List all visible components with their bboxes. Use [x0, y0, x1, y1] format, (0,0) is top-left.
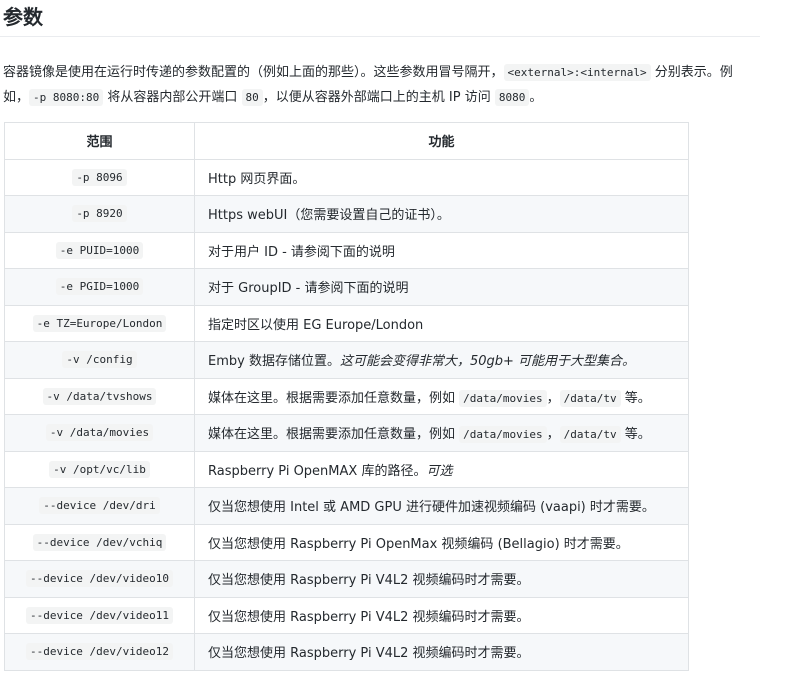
function-text: Raspberry Pi OpenMAX 库的路径 [208, 463, 414, 479]
function-text: 对于 GroupID - 请参阅下面的说明 [208, 281, 409, 297]
function-cell: 仅当您想使用 Raspberry Pi OpenMax 视频编码 (Bellag… [194, 523, 689, 561]
function-text: 媒体在这里。根据需要添加任意数量，例如 [208, 427, 460, 443]
path-code: /data/tv [559, 426, 621, 444]
intro-text: ，以便从容器外部端口上的主机 IP 访问 [262, 90, 495, 105]
param-cell: -v /data/tvshows [4, 377, 195, 415]
function-cell: 仅当您想使用 Raspberry Pi V4L2 视频编码时才需要。 [194, 596, 689, 634]
param-cell: --device /dev/video10 [4, 560, 195, 598]
function-text: 指定时区以使用 EG Europe/London [208, 317, 424, 333]
table-row: --device /dev/video12 仅当您想使用 Raspberry Pi… [4, 633, 689, 671]
column-header-function: 功能 [194, 122, 689, 160]
function-cell: 对于 GroupID - 请参阅下面的说明 [194, 268, 689, 306]
function-text: 仅当您想使用 Raspberry Pi V4L2 视频编码时才需要。 [208, 646, 530, 662]
param-cell: -e PUID=1000 [4, 231, 195, 269]
table-row: -v /config Emby 数据存储位置。这可能会变得非常大，50gb+ 可能… [4, 341, 689, 379]
param-cell: -v /opt/vc/lib [4, 450, 195, 488]
function-text: ， [546, 390, 560, 406]
intro-text: 。 [529, 90, 543, 105]
param-code: -e PGID=1000 [55, 278, 144, 296]
param-cell: -v /config [4, 341, 195, 379]
function-cell: 指定时区以使用 EG Europe/London [194, 304, 689, 342]
intro-code: <external>:<internal> [503, 64, 651, 81]
table-row: --device /dev/vchiq 仅当您想使用 Raspberry Pi O… [4, 523, 689, 561]
function-cell: Emby 数据存储位置。这可能会变得非常大，50gb+ 可能用于大型集合。 [194, 341, 689, 379]
function-cell: 媒体在这里。根据需要添加任意数量，例如 /data/movies，/data/t… [194, 414, 689, 452]
function-cell: 对于用户 ID - 请参阅下面的说明 [194, 231, 689, 269]
param-cell: --device /dev/dri [4, 487, 195, 525]
table-row: --device /dev/dri 仅当您想使用 Intel 或 AMD GPU … [4, 487, 689, 525]
table-row: -e PUID=1000 对于用户 ID - 请参阅下面的说明 [4, 231, 689, 269]
param-code: -e TZ=Europe/London [32, 314, 167, 332]
param-code: --device /dev/vchiq [32, 533, 167, 551]
param-cell: --device /dev/video11 [4, 596, 195, 634]
param-code: --device /dev/video12 [25, 643, 174, 661]
function-note: 这可能会变得非常大，50gb+ 可能用于大型集合。 [339, 354, 636, 370]
intro-code: 80 [241, 89, 263, 106]
function-text: 仅当您想使用 Intel 或 AMD GPU 进行硬件加速视频编码 (vaapi… [208, 500, 655, 516]
function-cell: 仅当您想使用 Intel 或 AMD GPU 进行硬件加速视频编码 (vaapi… [194, 487, 689, 525]
function-text: 对于用户 ID - 请参阅下面的说明 [208, 244, 395, 260]
function-text: 媒体在这里。根据需要添加任意数量，例如 [208, 390, 460, 406]
function-text: 仅当您想使用 Raspberry Pi V4L2 视频编码时才需要。 [208, 573, 530, 589]
table-row: --device /dev/video11 仅当您想使用 Raspberry Pi… [4, 596, 689, 634]
table-row: -e PGID=1000 对于 GroupID - 请参阅下面的说明 [4, 268, 689, 306]
param-cell: --device /dev/video12 [4, 633, 195, 671]
column-header-param: 范围 [4, 122, 195, 160]
path-code: /data/movies [459, 426, 547, 444]
function-text: 仅当您想使用 Raspberry Pi V4L2 视频编码时才需要。 [208, 609, 530, 625]
function-cell: 仅当您想使用 Raspberry Pi V4L2 视频编码时才需要。 [194, 560, 689, 598]
param-cell: -e PGID=1000 [4, 268, 195, 306]
function-text: 等。 [620, 390, 651, 406]
parameters-table: 范围 功能 -p 8096 Http 网页界面。 -p 8920 Https webU… [4, 122, 689, 671]
table-row: -v /data/tvshows 媒体在这里。根据需要添加任意数量，例如 /dat… [4, 377, 689, 415]
function-cell: Https webUI（您需要设置自己的证书）。 [194, 195, 689, 233]
param-cell: -v /data/movies [4, 414, 195, 452]
function-cell: 媒体在这里。根据需要添加任意数量，例如 /data/movies，/data/t… [194, 377, 689, 415]
table-row: -v /data/movies 媒体在这里。根据需要添加任意数量，例如 /data… [4, 414, 689, 452]
param-cell: -p 8096 [4, 158, 195, 196]
section-title: 参数 [3, 5, 43, 29]
function-text: 仅当您想使用 Raspberry Pi OpenMax 视频编码 (Bellag… [208, 536, 629, 552]
path-code: /data/tv [559, 389, 621, 407]
table-row: -p 8096 Http 网页界面。 [4, 158, 689, 196]
param-code: -v /config [62, 351, 137, 369]
table-row: -e TZ=Europe/London 指定时区以使用 EG Europe/Lon… [4, 304, 689, 342]
param-cell: -p 8920 [4, 195, 195, 233]
function-text: Https webUI（您需要设置自己的证书）。 [208, 208, 450, 224]
table-header-row: 范围 功能 [4, 122, 689, 160]
param-code: -e PUID=1000 [55, 241, 144, 259]
intro-text: 容器镜像是使用在运行时传递的参数配置的（例如上面的那些）。这些参数用冒号隔开， [3, 65, 504, 80]
function-cell: 仅当您想使用 Raspberry Pi V4L2 视频编码时才需要。 [194, 633, 689, 671]
intro-code: -p 8080:80 [29, 89, 104, 106]
function-text: Http 网页界面。 [208, 171, 306, 187]
param-cell: --device /dev/vchiq [4, 523, 195, 561]
function-text: 。 [413, 463, 427, 479]
param-cell: -e TZ=Europe/London [4, 304, 195, 342]
param-code: --device /dev/video11 [25, 606, 174, 624]
table-row: -v /opt/vc/lib Raspberry Pi OpenMAX 库的路径。… [4, 450, 689, 488]
heading-divider [0, 36, 760, 37]
intro-code: 8080 [494, 89, 530, 106]
param-code: -p 8920 [72, 205, 127, 223]
function-cell: Raspberry Pi OpenMAX 库的路径。可选 [194, 450, 689, 488]
param-code: --device /dev/dri [39, 497, 160, 515]
param-code: -p 8096 [72, 168, 127, 186]
param-code: -v /data/tvshows [42, 387, 157, 405]
function-cell: Http 网页界面。 [194, 158, 689, 196]
param-code: -v /opt/vc/lib [49, 460, 150, 478]
param-code: -v /data/movies [45, 424, 154, 442]
intro-text: 将从容器内部公开端口 [103, 90, 242, 105]
function-text: Emby 数据存储位置。 [208, 354, 340, 370]
function-text: 等。 [620, 427, 651, 443]
intro-paragraph: 容器镜像是使用在运行时传递的参数配置的（例如上面的那些）。这些参数用冒号隔开， <… [3, 60, 768, 110]
table-row: --device /dev/video10 仅当您想使用 Raspberry Pi… [4, 560, 689, 598]
table-row: -p 8920 Https webUI（您需要设置自己的证书）。 [4, 195, 689, 233]
function-text: ， [546, 427, 560, 443]
param-code: --device /dev/video10 [25, 570, 174, 588]
function-note: 可选 [426, 463, 453, 479]
path-code: /data/movies [459, 389, 547, 407]
